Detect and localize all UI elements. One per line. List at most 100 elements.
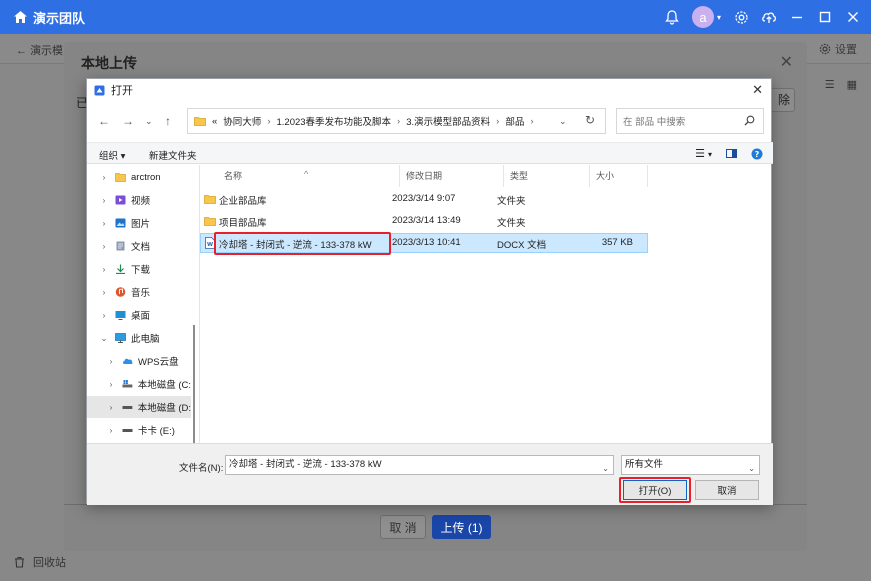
column-header-label: 类型 <box>510 171 529 181</box>
nav-scrollbar[interactable] <box>193 325 195 443</box>
expand-chevron-icon[interactable]: › <box>106 426 116 435</box>
recycle-bin[interactable]: 回收站 <box>14 554 66 570</box>
app-logo[interactable]: 演示团队 <box>14 8 85 27</box>
chevron-down-icon[interactable]: ▾ <box>717 13 721 22</box>
expand-chevron-icon[interactable]: › <box>99 311 109 320</box>
address-bar[interactable]: « 协同大师 › 1.2023春季发布功能及脚本 › 3.演示模型部品资料 › … <box>187 108 606 134</box>
list-view-icon[interactable]: ☰ <box>825 78 835 91</box>
avatar[interactable]: a <box>691 6 714 28</box>
nav-item-arctron[interactable]: › arctron <box>87 166 191 188</box>
column-header-name[interactable]: ^ 名称 <box>200 165 400 187</box>
chevron-down-icon[interactable]: ⌄ <box>559 116 567 127</box>
new-folder-button[interactable]: 新建文件夹 <box>149 148 197 162</box>
nav-item-label: 卡卡 (E:) <box>138 426 175 437</box>
column-header-type[interactable]: 类型 <box>504 165 590 187</box>
view-options-icon[interactable]: ☰ ▾ <box>695 147 712 160</box>
expand-chevron-icon[interactable]: › <box>99 173 109 182</box>
nav-item-pictures[interactable]: › 图片 <box>87 212 191 234</box>
filetype-select[interactable]: 所有文件 ⌄ <box>621 455 760 475</box>
nav-item-wps-cloud[interactable]: › WPS云盘 <box>87 350 191 372</box>
back-link[interactable]: ← 演示模 <box>16 42 63 58</box>
filetype-value: 所有文件 <box>625 459 664 470</box>
nav-item-label: 本地磁盘 (D: <box>137 403 191 414</box>
cancel-button[interactable]: 取 消 <box>380 515 426 539</box>
organize-menu[interactable]: 组织 ▾ <box>99 148 125 162</box>
help-icon[interactable]: ? <box>751 148 763 160</box>
breadcrumb-item[interactable]: 协同大师 <box>223 114 261 128</box>
expand-chevron-icon[interactable]: › <box>106 357 116 366</box>
breadcrumb-item[interactable]: 3.演示模型部品资料 <box>406 114 490 128</box>
chevron-down-icon[interactable]: ⌄ <box>748 460 755 478</box>
breadcrumb-item[interactable]: 部品 <box>505 114 524 128</box>
nav-item-this-pc[interactable]: ⌄ 此电脑 <box>87 327 191 349</box>
column-header-label: 名称 <box>224 171 243 181</box>
expand-chevron-icon[interactable]: › <box>99 288 109 297</box>
minimize-icon[interactable] <box>789 9 805 25</box>
back-arrow-icon[interactable]: ← <box>98 114 110 128</box>
nav-item-label: 本地磁盘 (C: <box>137 380 191 391</box>
breadcrumb-item[interactable]: 1.2023春季发布功能及脚本 <box>276 114 391 128</box>
nav-item-drive-c[interactable]: › 本地磁盘 (C: <box>87 373 191 395</box>
dialog-cancel-button[interactable]: 取消 <box>695 480 759 500</box>
trash-icon <box>15 556 24 568</box>
grid-view-icon[interactable]: ▦ <box>847 78 857 91</box>
file-date: 2023/3/14 13:49 <box>392 215 461 226</box>
nav-item-downloads[interactable]: › 下载 <box>87 258 191 280</box>
maximize-icon[interactable] <box>817 9 833 25</box>
preview-pane-icon[interactable] <box>726 149 737 158</box>
gear-icon <box>819 43 831 55</box>
recent-dropdown-icon[interactable]: ⌄ <box>145 116 153 127</box>
nav-item-drive-d[interactable]: › 本地磁盘 (D: <box>87 396 191 418</box>
refresh-icon[interactable]: ↻ <box>585 113 595 127</box>
bell-icon[interactable] <box>664 9 680 25</box>
nav-item-music[interactable]: › 音乐 <box>87 281 191 303</box>
nav-item-label: 音乐 <box>131 288 151 299</box>
computer-icon <box>115 333 126 343</box>
expand-chevron-icon[interactable]: › <box>99 242 109 251</box>
breadcrumb-overflow[interactable]: « <box>212 116 217 127</box>
sort-ascending-icon: ^ <box>304 169 309 179</box>
expand-chevron-icon[interactable]: › <box>99 196 109 205</box>
up-arrow-icon[interactable]: ↑ <box>165 114 171 128</box>
filename-input[interactable]: 冷却塔 - 封闭式 - 逆流 - 133-378 kW ⌄ <box>225 455 614 475</box>
file-type: 文件夹 <box>497 218 526 229</box>
nav-item-label: 桌面 <box>131 311 151 322</box>
dialog-titlebar[interactable]: 打开 ✕ <box>87 79 771 101</box>
picture-icon <box>115 218 126 228</box>
upload-button[interactable]: 上传 (1) <box>432 515 491 539</box>
chevron-down-icon[interactable]: ⌄ <box>602 460 609 478</box>
nav-item-drive-e[interactable]: › 卡卡 (E:) <box>87 419 191 441</box>
file-name: 项目部品库 <box>219 218 267 229</box>
expand-chevron-icon[interactable]: › <box>99 219 109 228</box>
file-row[interactable]: 项目部品库 2023/3/14 13:49 文件夹 <box>200 211 648 231</box>
expand-chevron-icon[interactable]: › <box>106 380 116 389</box>
close-icon[interactable]: ✕ <box>780 52 793 72</box>
search-input[interactable]: 在 部品 中搜索 <box>616 108 764 134</box>
nav-item-label: WPS云盘 <box>138 357 179 368</box>
app-title: 演示团队 <box>33 10 86 26</box>
forward-arrow-icon[interactable]: → <box>122 114 134 128</box>
settings-button[interactable]: 设置 <box>819 41 857 57</box>
column-header-date[interactable]: 修改日期 <box>400 165 504 187</box>
expand-chevron-icon[interactable]: › <box>106 403 116 412</box>
file-row[interactable]: 企业部品库 2023/3/14 9:07 文件夹 <box>200 189 648 209</box>
nav-item-label: 文档 <box>131 242 151 253</box>
nav-item-videos[interactable]: › 视频 <box>87 189 191 211</box>
highlight-box <box>619 477 691 503</box>
collapse-chevron-icon[interactable]: ⌄ <box>99 334 109 343</box>
folder-icon <box>115 173 126 182</box>
close-icon[interactable]: ✕ <box>752 82 763 98</box>
video-icon <box>115 195 126 205</box>
dialog-bottom-bar: 文件名(N): 冷却塔 - 封闭式 - 逆流 - 133-378 kW ⌄ 所有… <box>87 443 773 505</box>
gear-icon[interactable] <box>733 9 749 25</box>
nav-item-label: 此电脑 <box>131 334 160 345</box>
expand-chevron-icon[interactable]: › <box>99 265 109 274</box>
nav-item-desktop[interactable]: › 桌面 <box>87 304 191 326</box>
nav-item-documents[interactable]: › 文档 <box>87 235 191 257</box>
close-icon[interactable] <box>845 9 861 25</box>
cloud-upload-icon[interactable] <box>761 9 777 25</box>
column-header-size[interactable]: 大小 <box>590 165 648 187</box>
settings-label: 设置 <box>835 44 857 56</box>
dialog-title: 打开 <box>111 85 133 97</box>
breadcrumb-separator: › <box>397 115 401 127</box>
